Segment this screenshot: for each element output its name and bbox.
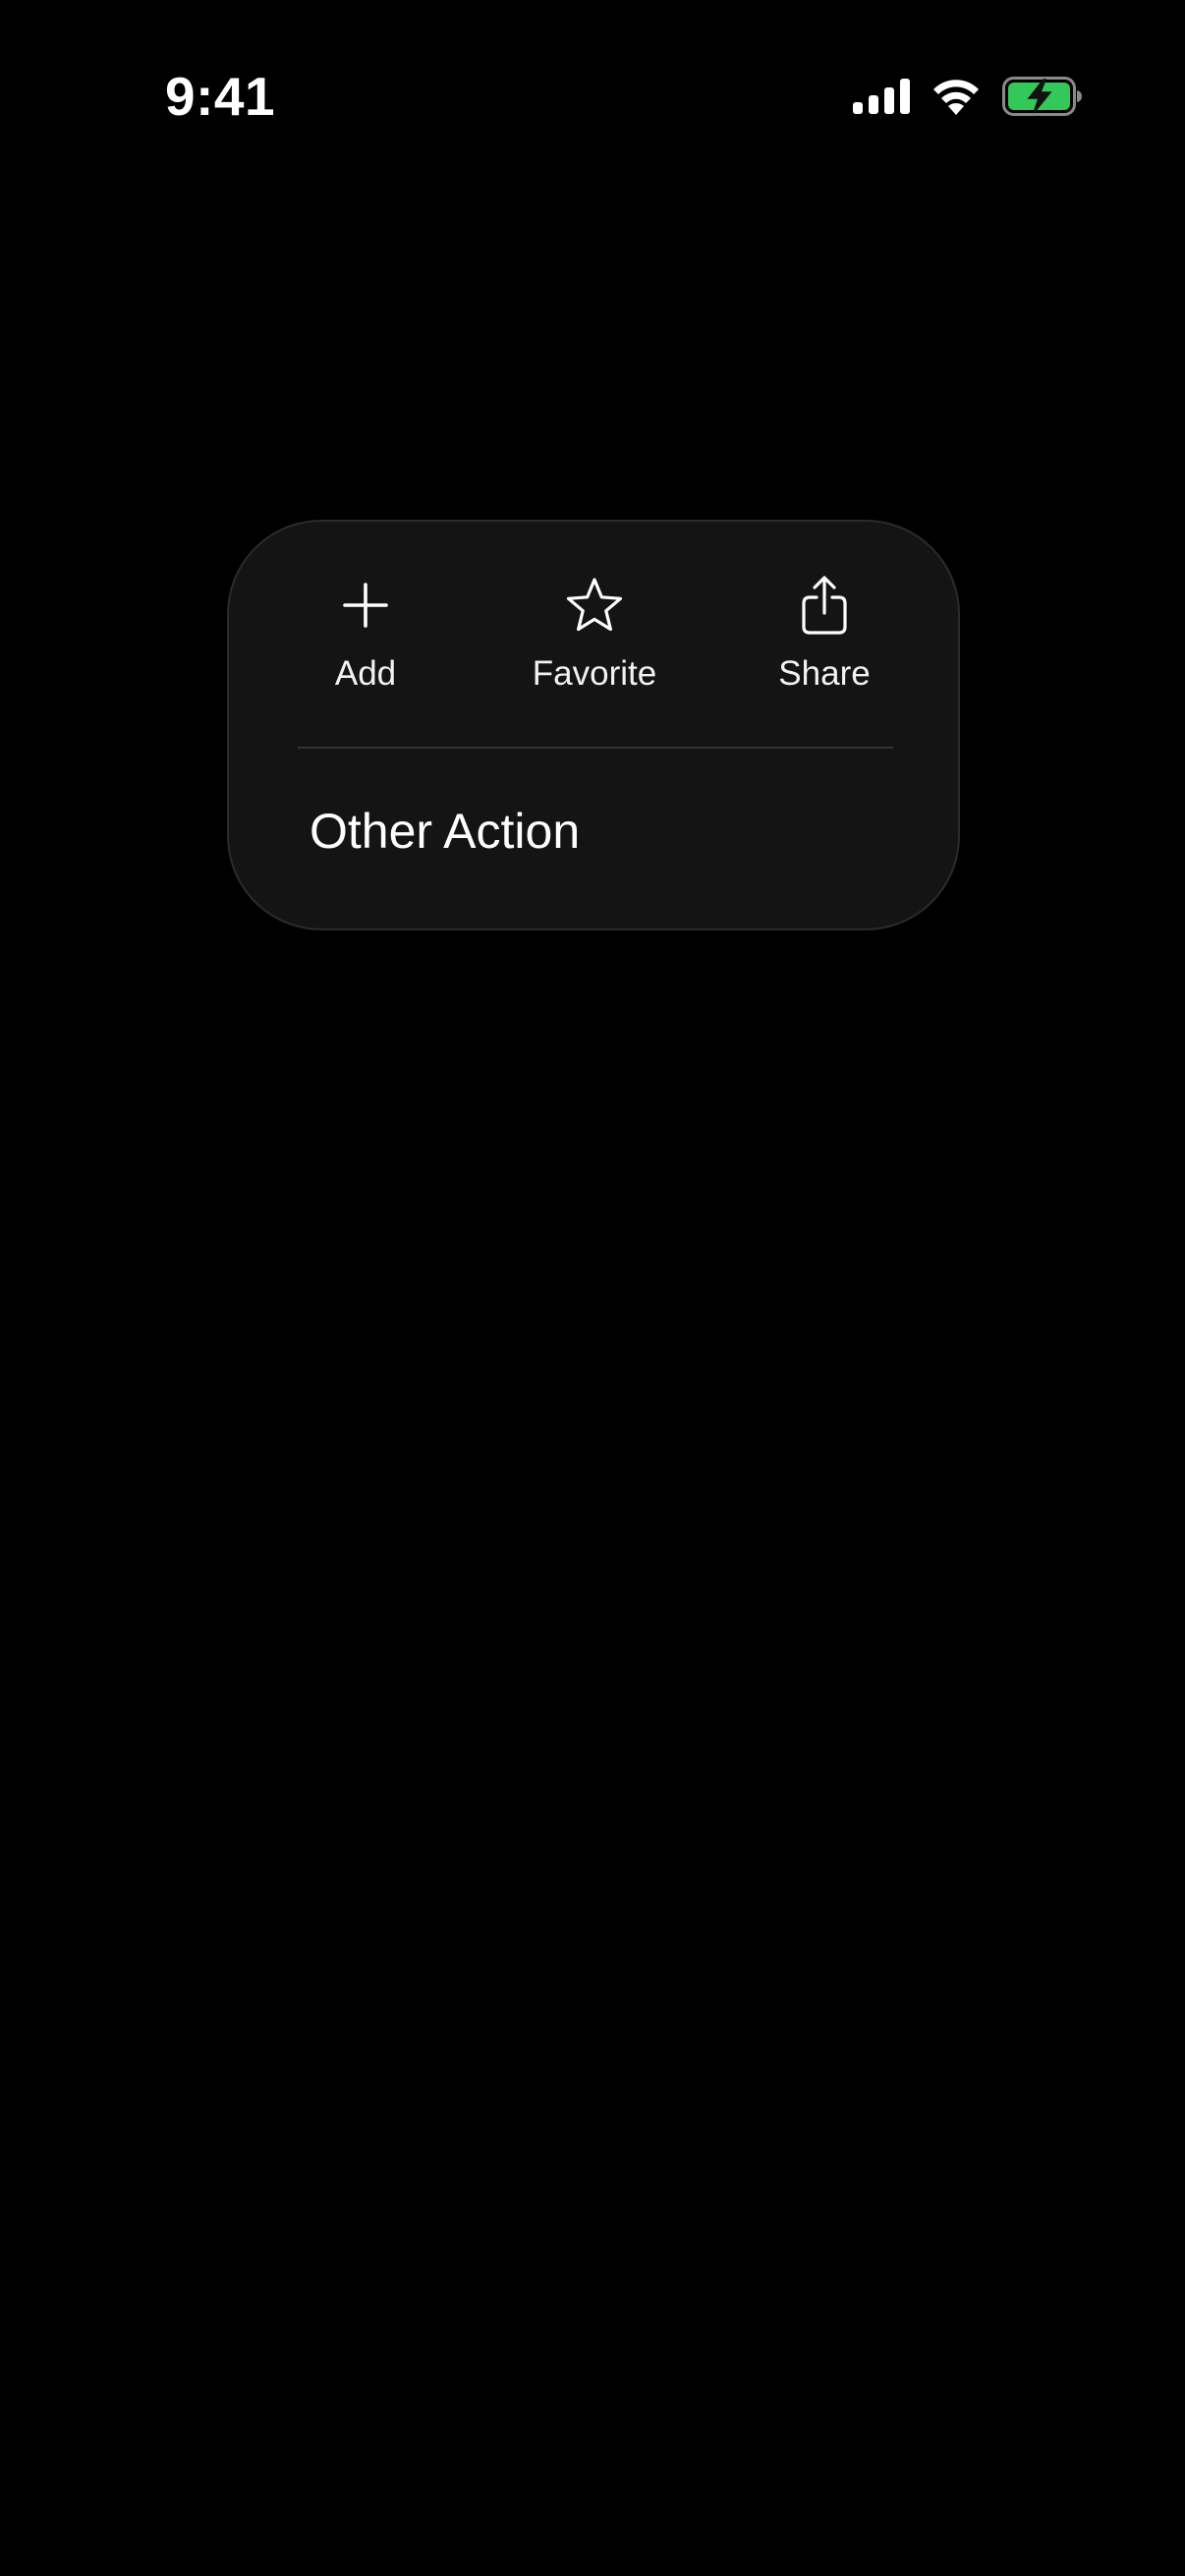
status-time: 9:41 <box>165 66 276 127</box>
share-label: Share <box>778 654 871 693</box>
quick-actions-row: Add Favorite Share <box>229 522 958 748</box>
wifi-icon <box>931 78 981 115</box>
star-icon <box>560 571 629 640</box>
status-icons <box>853 71 1083 122</box>
battery-charging-icon <box>1002 77 1083 116</box>
share-icon <box>790 571 859 640</box>
favorite-button[interactable]: Favorite <box>486 571 703 738</box>
add-label: Add <box>334 654 397 693</box>
other-action-label: Other Action <box>310 804 581 859</box>
status-bar: 9:41 <box>0 0 1185 187</box>
add-button[interactable]: Add <box>257 571 474 738</box>
screen: 9:41 Add Favorite Share Other Action <box>0 0 1185 2576</box>
share-button[interactable]: Share <box>716 571 932 738</box>
favorite-label: Favorite <box>532 654 657 693</box>
context-menu: Add Favorite Share Other Action <box>227 520 960 930</box>
plus-icon <box>331 571 400 640</box>
cellular-signal-icon <box>853 79 910 114</box>
other-action-item[interactable]: Other Action <box>229 749 958 928</box>
